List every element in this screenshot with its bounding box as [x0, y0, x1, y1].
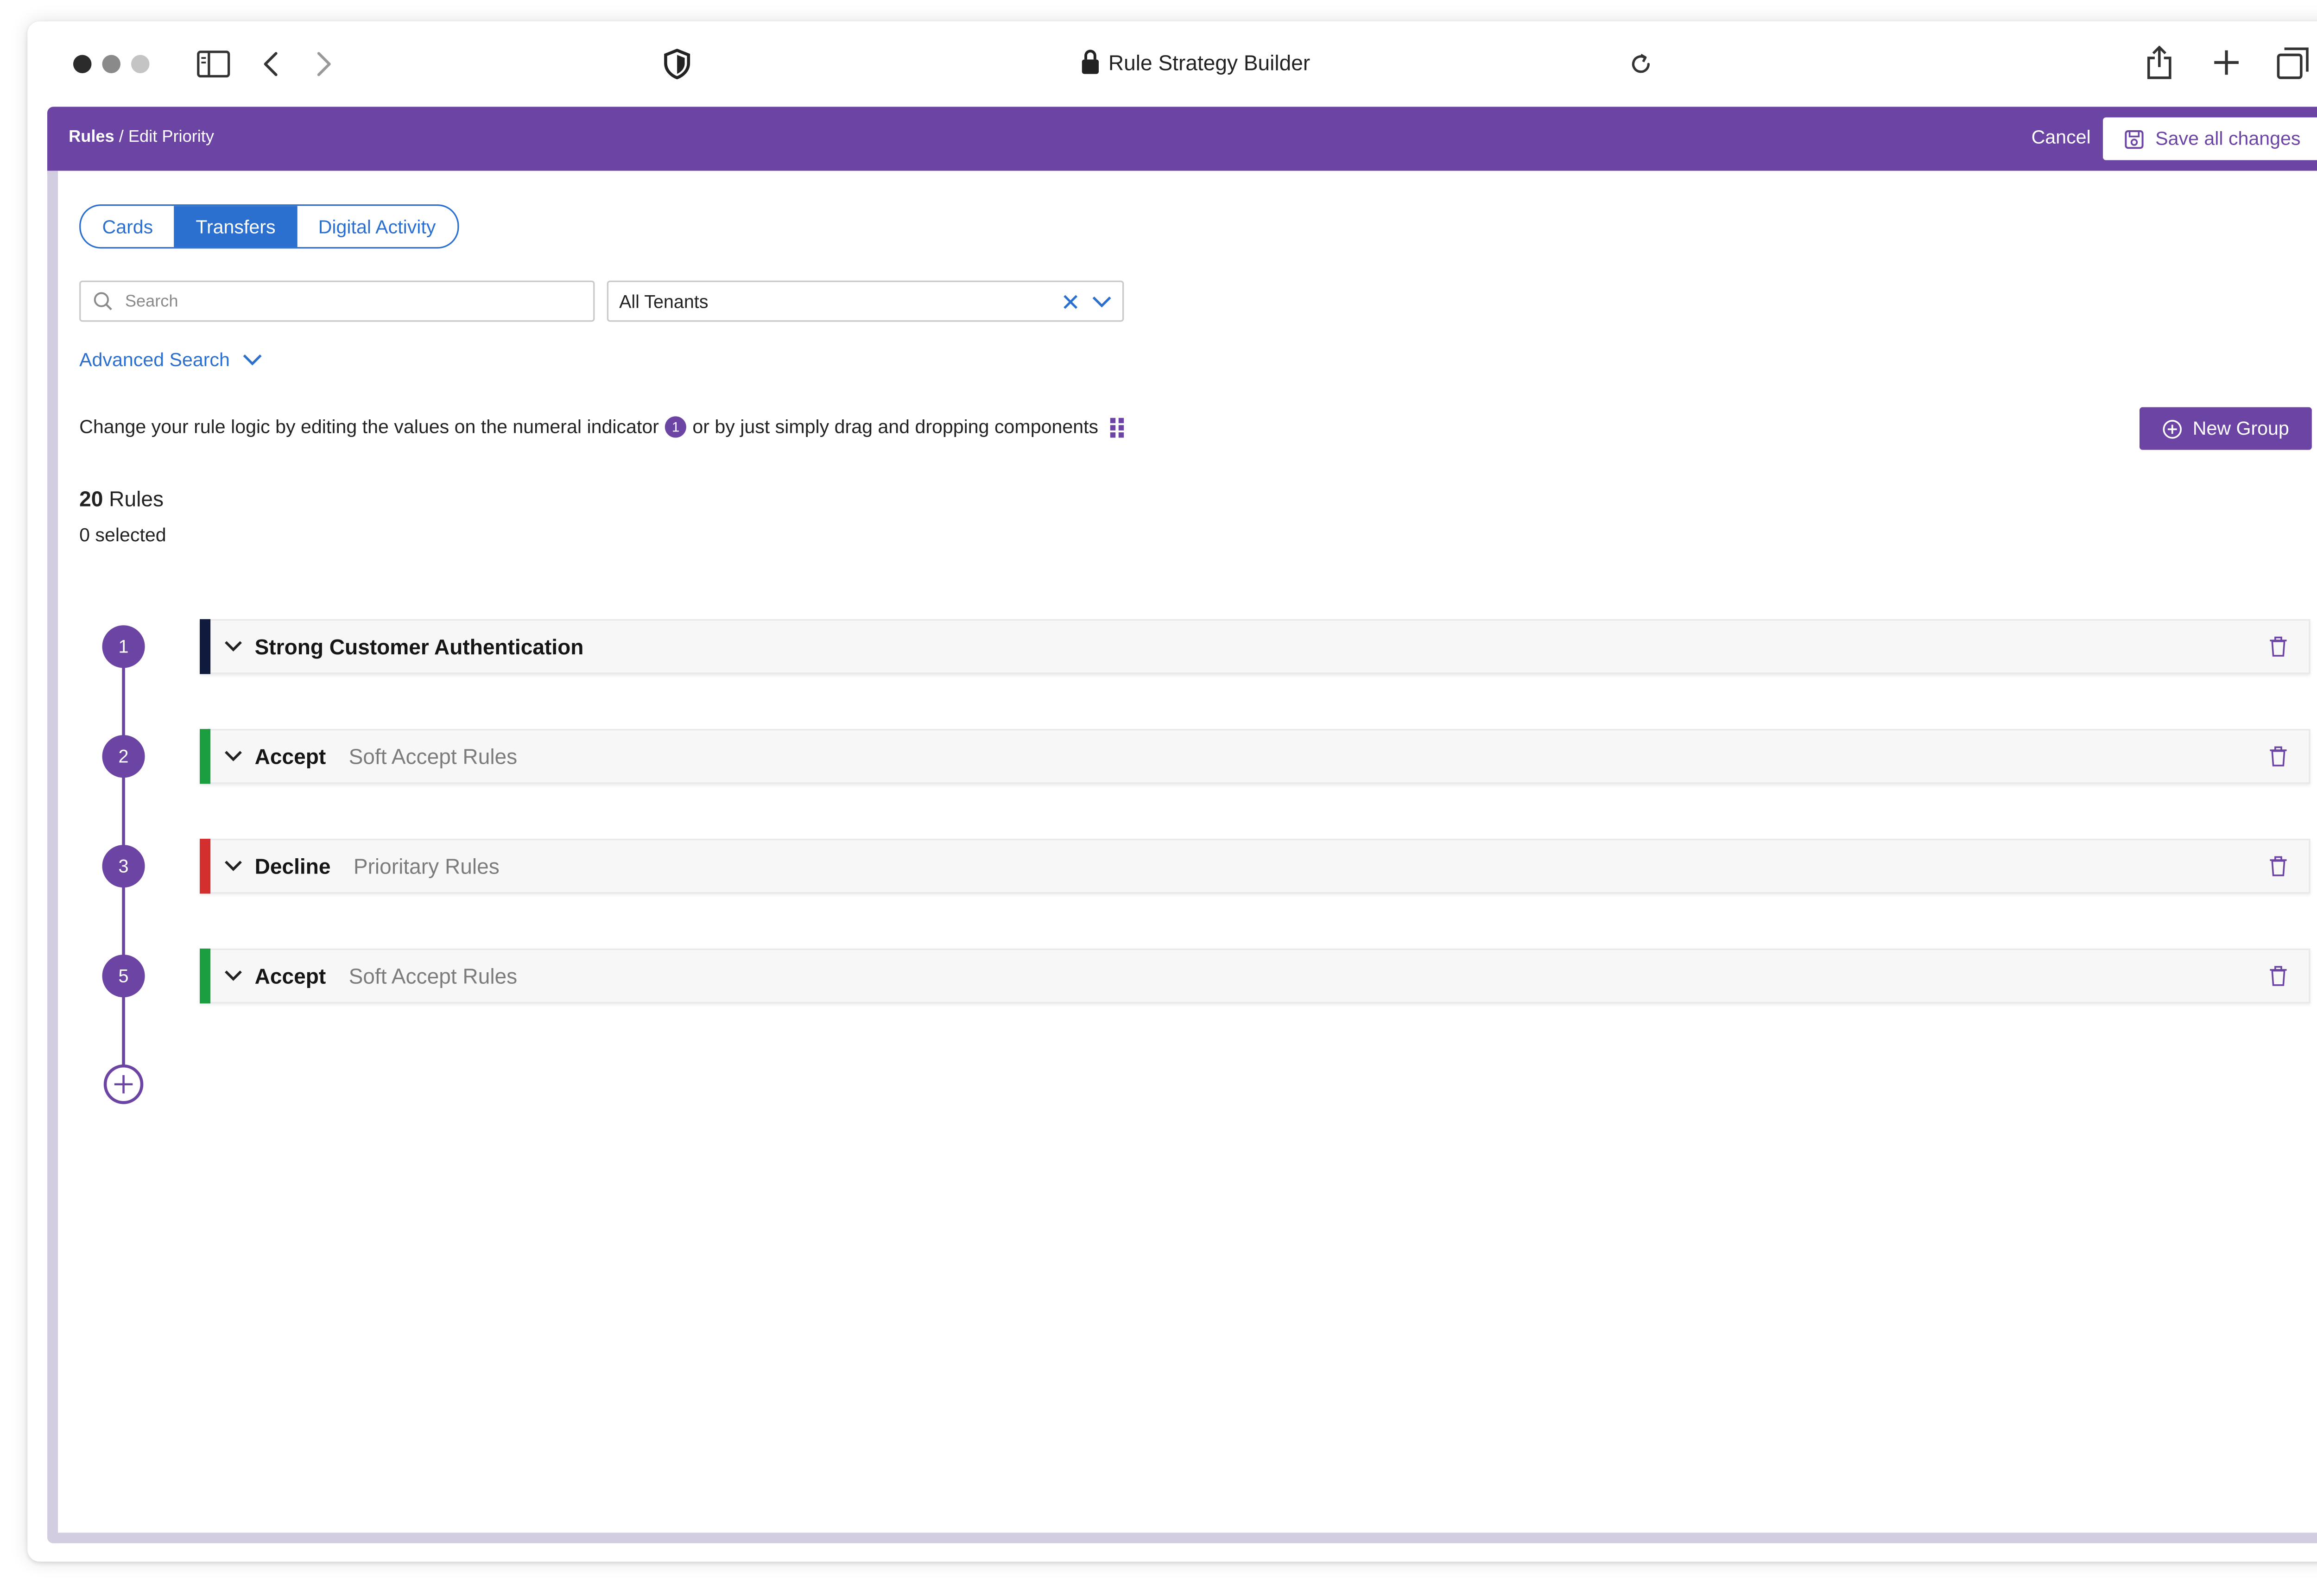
instructions-part2: or by just simply drag and dropping comp… — [692, 416, 1099, 438]
rule-group-subtitle: Soft Accept Rules — [348, 963, 518, 988]
tab-cards[interactable]: Cards — [81, 206, 174, 247]
search-input[interactable] — [122, 290, 570, 312]
save-all-changes-label: Save all changes — [2155, 128, 2301, 150]
plus-icon — [114, 1075, 133, 1094]
rule-group-row[interactable]: Accept Soft Accept Rules — [200, 948, 2311, 1004]
priority-indicator[interactable]: 3 — [102, 845, 145, 888]
rule-type-color-bar — [200, 948, 211, 1004]
chevron-down-icon — [242, 354, 262, 366]
rule-group-title: Accept — [254, 963, 326, 988]
priority-indicator[interactable]: 1 — [102, 625, 145, 668]
new-group-label: New Group — [2192, 418, 2289, 439]
rules-count: 20 Rules — [79, 487, 164, 511]
instructions-text: Change your rule logic by editing the va… — [79, 416, 1125, 438]
save-icon — [2125, 129, 2145, 149]
plus-circle-icon — [2162, 418, 2182, 438]
tab-digital-activity[interactable]: Digital Activity — [297, 206, 457, 247]
advanced-search-toggle[interactable]: Advanced Search — [79, 349, 262, 371]
search-box — [79, 280, 595, 322]
category-tabs: Cards Transfers Digital Activity — [79, 204, 459, 249]
rules-count-label: Rules — [103, 486, 164, 511]
rule-group-subtitle: Soft Accept Rules — [348, 744, 518, 769]
selected-count: 0 selected — [79, 525, 166, 546]
rule-group-title: Accept — [254, 744, 326, 769]
trash-icon[interactable] — [2269, 636, 2287, 657]
tenant-select[interactable]: All Tenants — [607, 280, 1124, 322]
save-all-changes-button[interactable]: Save all changes — [2103, 117, 2317, 160]
chevron-down-icon[interactable] — [224, 970, 242, 982]
rule-group-subtitle: Prioritary Rules — [353, 854, 500, 879]
browser-toolbar: Rule Strategy Builder — [27, 21, 2317, 107]
rules-count-value: 20 — [79, 486, 103, 511]
lock-icon — [1081, 49, 1099, 75]
drag-handle-icon — [1110, 417, 1125, 437]
rule-group-row[interactable]: Strong Customer Authentication — [200, 619, 2311, 674]
tenant-select-value: All Tenants — [619, 290, 709, 312]
trash-icon[interactable] — [2269, 965, 2287, 987]
app-header: Rules / Edit Priority Cancel Save all ch… — [47, 107, 2317, 171]
trash-icon[interactable] — [2269, 855, 2287, 877]
breadcrumb: Rules / Edit Priority — [69, 128, 214, 146]
reload-icon[interactable] — [1622, 46, 1659, 82]
trash-icon[interactable] — [2269, 746, 2287, 767]
search-icon — [93, 291, 113, 311]
page-title: Rule Strategy Builder — [1108, 49, 1310, 74]
rule-group-row[interactable]: Decline Prioritary Rules — [200, 838, 2311, 894]
new-group-button[interactable]: New Group — [2139, 407, 2312, 450]
breadcrumb-current: Edit Priority — [128, 128, 214, 146]
chevron-down-icon[interactable] — [224, 640, 242, 652]
chevron-down-icon[interactable] — [224, 750, 242, 762]
add-priority-button[interactable] — [103, 1064, 144, 1104]
share-icon[interactable] — [2141, 43, 2178, 82]
browser-title-bar: Rule Strategy Builder — [27, 49, 2317, 75]
rule-group-row[interactable]: Accept Soft Accept Rules — [200, 729, 2311, 784]
instructions-part1: Change your rule logic by editing the va… — [79, 416, 659, 438]
browser-window: Rule Strategy Builder Rules / Edit Prior… — [27, 21, 2317, 1562]
cancel-button[interactable]: Cancel — [2032, 127, 2091, 148]
chevron-down-icon[interactable] — [1092, 295, 1112, 307]
breadcrumb-rules-link[interactable]: Rules — [69, 128, 114, 146]
clear-icon[interactable] — [1063, 293, 1078, 309]
numeral-indicator-sample: 1 — [665, 416, 687, 438]
tabs-icon[interactable] — [2274, 43, 2311, 82]
rule-type-color-bar — [200, 729, 211, 784]
rule-group-title: Strong Customer Authentication — [254, 634, 584, 659]
breadcrumb-separator: / — [114, 128, 128, 146]
priority-indicator[interactable]: 5 — [102, 955, 145, 998]
main-content: Cards Transfers Digital Activity All Ten… — [47, 171, 2317, 1544]
priority-indicator[interactable]: 2 — [102, 735, 145, 778]
chevron-down-icon[interactable] — [224, 860, 242, 872]
tab-transfers[interactable]: Transfers — [174, 206, 297, 247]
rule-group-title: Decline — [254, 854, 331, 879]
rule-type-color-bar — [200, 838, 211, 894]
rule-type-color-bar — [200, 619, 211, 674]
advanced-search-label: Advanced Search — [79, 349, 230, 371]
new-tab-icon[interactable] — [2208, 44, 2245, 81]
